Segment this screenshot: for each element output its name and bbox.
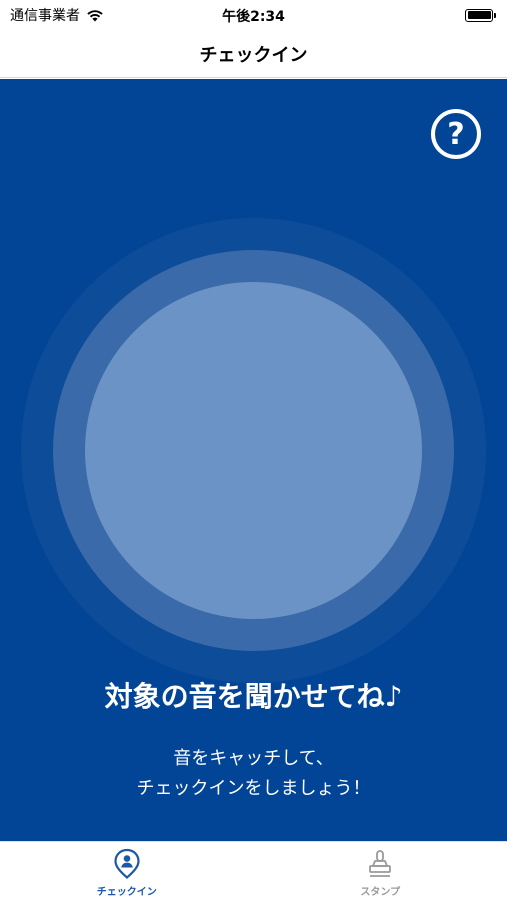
page-title: チェックイン [199,44,308,66]
wifi-icon [87,9,103,21]
battery-icon [465,8,496,22]
carrier-label: 通信事業者 [10,8,80,24]
question-circle-icon: ? [447,116,465,152]
status-bar: 通信事業者 [0,0,507,30]
instruction-line-1: 音をキャッチして、 [173,748,334,769]
tab-bar: チェックイン スタンプ [0,841,507,900]
status-left: 通信事業者 [10,5,104,25]
nav-bar: チェックイン [0,30,507,78]
tab-label-checkin: チェックイン [96,887,157,898]
headline: 対象の音を聞かせてね♪ [104,680,403,713]
help-button[interactable]: ? [431,109,481,159]
instruction-text: 音をキャッチして、 チェックインをしましょう！ [0,744,507,804]
stamp-icon [369,850,392,877]
tab-label-stamp: スタンプ [360,887,401,898]
instruction-line-2: チェックインをしましょう！ [136,778,371,799]
sound-listen-circle[interactable] [85,282,422,619]
tab-checkin[interactable]: チェックイン [0,842,254,900]
checkin-main: ? 対象の音を聞かせてね♪ 音をキャッチして、 チェックインをしましょう！ [0,79,507,841]
location-pin-person-icon [114,848,140,879]
tab-stamp[interactable]: スタンプ [254,842,507,900]
